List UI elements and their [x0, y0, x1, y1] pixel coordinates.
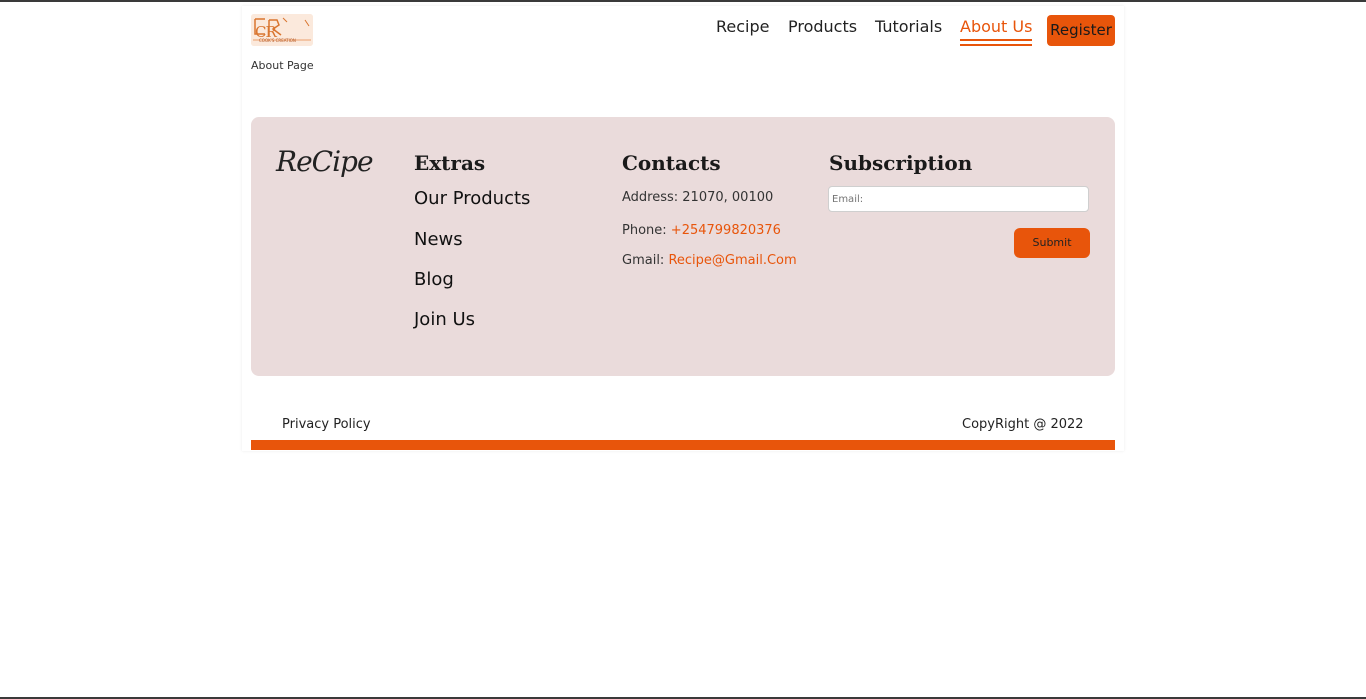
- email-field[interactable]: [828, 186, 1089, 212]
- logo-subtext: COOK'S CREATION: [259, 38, 296, 43]
- nav-item-about-us-label: About Us: [960, 17, 1033, 36]
- extras-link-our-products[interactable]: Our Products: [414, 188, 530, 209]
- copyright-text: CopyRight @ 2022: [962, 417, 1084, 432]
- submit-button[interactable]: Submit: [1014, 228, 1090, 258]
- contact-gmail-label: Gmail:: [622, 253, 665, 268]
- contact-phone-link[interactable]: +254799820376: [671, 223, 781, 238]
- footer-panel: ReCipe Extras Our Products News Blog Joi…: [251, 117, 1115, 376]
- nav-active-underline-second: [960, 44, 1033, 46]
- extras-link-blog[interactable]: Blog: [414, 269, 454, 290]
- contacts-heading: Contacts: [622, 151, 721, 175]
- contact-phone: Phone: +254799820376: [622, 223, 781, 238]
- extras-heading: Extras: [414, 151, 486, 175]
- logo[interactable]: CR COOK'S CREATION: [251, 14, 313, 46]
- nav-item-recipe[interactable]: Recipe: [716, 17, 769, 36]
- contact-address: Address: 21070, 00100: [622, 190, 774, 205]
- contact-gmail: Gmail: Recipe@Gmail.Com: [622, 253, 797, 268]
- privacy-policy-link[interactable]: Privacy Policy: [282, 417, 371, 432]
- contact-gmail-link[interactable]: Recipe@Gmail.Com: [668, 253, 796, 268]
- register-button[interactable]: Register: [1047, 15, 1115, 46]
- page-label: About Page: [251, 59, 314, 72]
- footer-accent-bar: [251, 440, 1115, 450]
- nav-item-products[interactable]: Products: [788, 17, 857, 36]
- page-container: CR COOK'S CREATION About Page Recipe Pro…: [242, 6, 1124, 451]
- nav-item-about-us[interactable]: About Us: [960, 17, 1033, 46]
- extras-link-join-us[interactable]: Join Us: [414, 309, 475, 330]
- nav-item-tutorials[interactable]: Tutorials: [875, 17, 942, 36]
- extras-link-news[interactable]: News: [414, 229, 463, 250]
- contact-phone-label: Phone:: [622, 223, 667, 238]
- footer-brand: ReCipe: [276, 145, 374, 178]
- window-top-border: [0, 0, 1366, 2]
- subscription-heading: Subscription: [829, 151, 973, 175]
- nav-active-underline: [960, 39, 1033, 41]
